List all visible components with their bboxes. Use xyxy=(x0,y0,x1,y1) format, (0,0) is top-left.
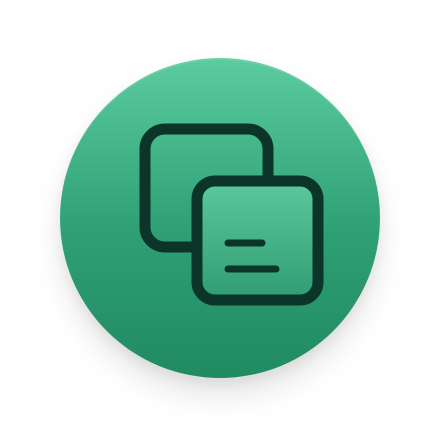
icon-canvas xyxy=(0,0,440,440)
app-icon-button[interactable] xyxy=(60,58,380,378)
